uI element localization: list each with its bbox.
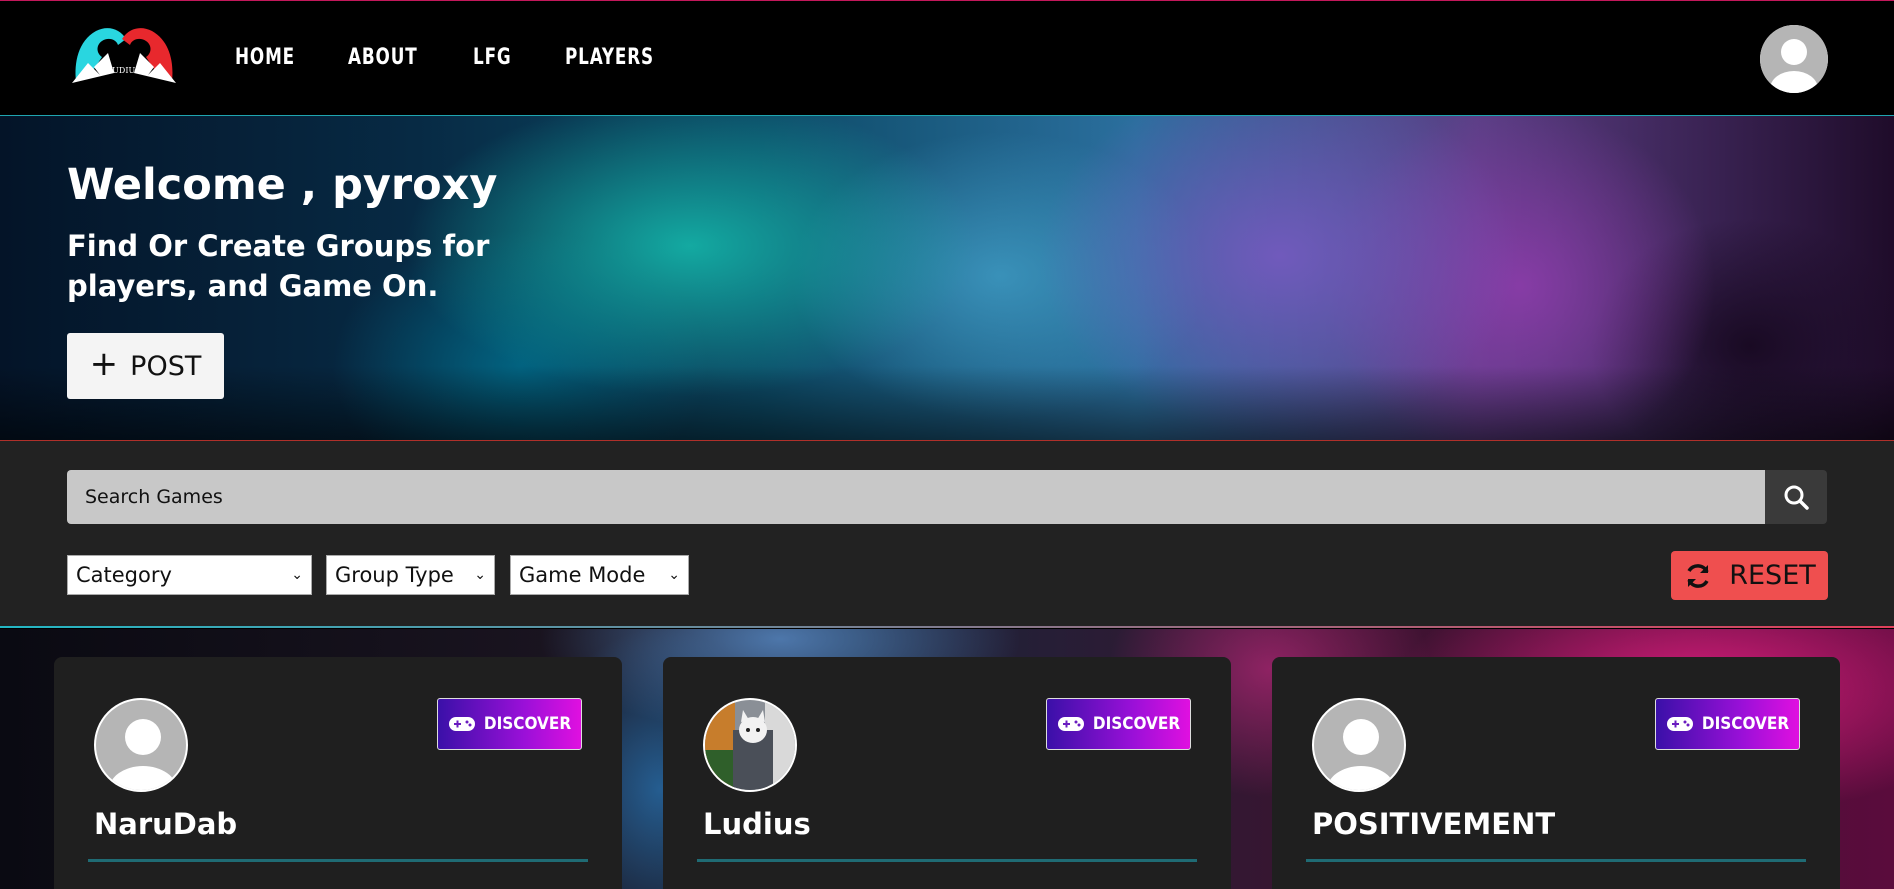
search-bar (67, 470, 1827, 524)
discover-button[interactable]: DISCOVER (1655, 698, 1800, 750)
player-name: Ludius (703, 807, 811, 841)
gamepad-icon (1666, 717, 1693, 731)
reset-button[interactable]: RESET (1671, 551, 1828, 600)
user-avatar-button[interactable] (1760, 25, 1828, 93)
post-button-label: POST (130, 350, 202, 382)
game-mode-select-value: Game Mode (519, 563, 646, 587)
discover-button[interactable]: DISCOVER (1046, 698, 1191, 750)
avatar (94, 698, 188, 792)
group-type-select-value: Group Type (335, 563, 454, 587)
card-divider (88, 859, 588, 862)
nav-home-link[interactable]: HOME (235, 45, 295, 70)
default-avatar-icon (96, 700, 186, 790)
chevron-down-icon: ⌄ (291, 567, 303, 583)
nav-about-link[interactable]: ABOUT (348, 45, 418, 70)
post-button[interactable]: + POST (67, 333, 224, 399)
gamepad-icon (448, 717, 475, 731)
chevron-down-icon: ⌄ (668, 567, 680, 583)
category-select[interactable]: Category ⌄ (67, 555, 312, 595)
search-games-input[interactable] (67, 470, 1765, 524)
card-divider (1306, 859, 1806, 862)
default-avatar-icon (1314, 700, 1404, 790)
cat-photo-avatar (705, 700, 795, 790)
hero-shade (0, 366, 1894, 440)
search-button[interactable] (1765, 470, 1827, 524)
category-select-value: Category (76, 563, 172, 587)
nav-players-link[interactable]: PLAYERS (565, 45, 654, 70)
avatar (1312, 698, 1406, 792)
game-mode-select[interactable]: Game Mode ⌄ (510, 555, 689, 595)
plus-icon: + (89, 344, 119, 384)
hero-banner: Welcome , pyroxy Find Or Create Groups f… (0, 116, 1894, 441)
reset-button-label: RESET (1729, 560, 1816, 591)
nav-lfg-link[interactable]: LFG (473, 45, 512, 70)
player-name: POSITIVEMENT (1312, 807, 1556, 841)
nav-links: HOME ABOUT LFG PLAYERS (235, 45, 724, 70)
search-icon (1784, 485, 1809, 510)
group-type-select[interactable]: Group Type ⌄ (326, 555, 495, 595)
hero-tagline: Find Or Create Groups for players, and G… (67, 229, 490, 303)
gamepad-icon (1057, 717, 1084, 731)
logo-text: LUDIUS (107, 66, 140, 75)
welcome-heading: Welcome , pyroxy (67, 160, 498, 210)
chevron-down-icon: ⌄ (474, 567, 486, 583)
card-divider (697, 859, 1197, 862)
top-navbar: LUDIUS HOME ABOUT LFG PLAYERS (0, 0, 1894, 116)
filter-panel: Category ⌄ Group Type ⌄ Game Mode ⌄ RESE… (0, 441, 1894, 628)
player-card[interactable]: DISCOVER NaruDab (54, 657, 622, 889)
player-cards-area: DISCOVER NaruDab DISCOVER Ludius DISCOVE… (0, 629, 1894, 889)
ludius-logo[interactable]: LUDIUS (68, 23, 180, 87)
discover-button-label: DISCOVER (1092, 714, 1181, 734)
avatar (703, 698, 797, 792)
user-avatar-icon (1760, 25, 1828, 93)
player-name: NaruDab (94, 807, 238, 841)
discover-button[interactable]: DISCOVER (437, 698, 582, 750)
discover-button-label: DISCOVER (483, 714, 572, 734)
discover-button-label: DISCOVER (1701, 714, 1790, 734)
refresh-icon (1687, 563, 1709, 588)
player-card[interactable]: DISCOVER Ludius (663, 657, 1231, 889)
player-card[interactable]: DISCOVER POSITIVEMENT (1272, 657, 1840, 889)
